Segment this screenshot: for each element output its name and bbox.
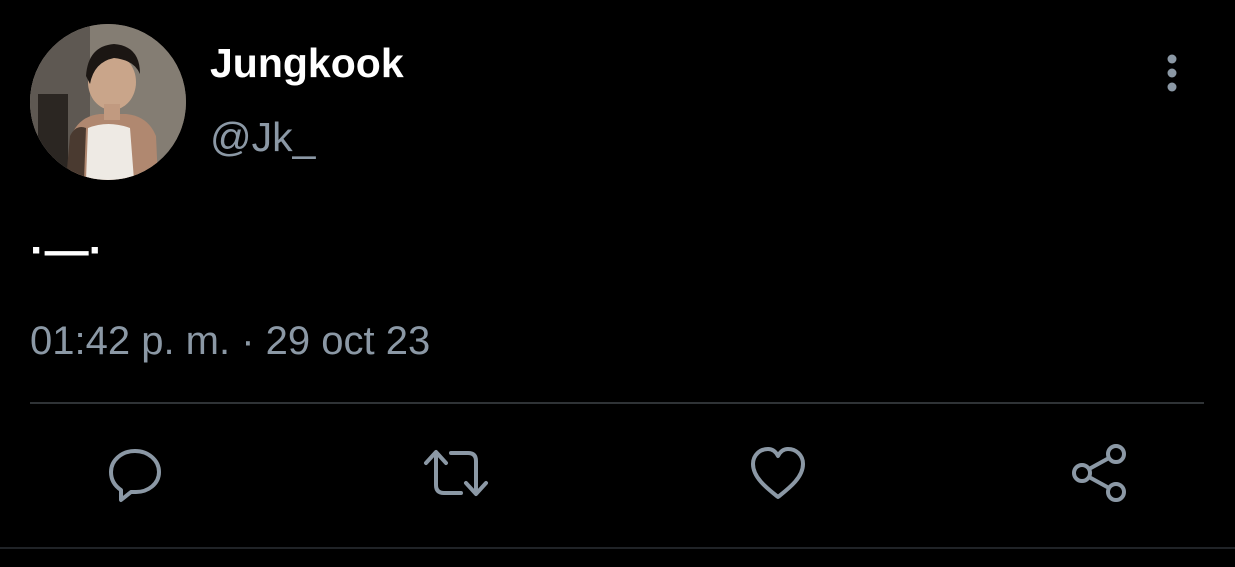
retweet-icon [421,445,491,506]
tweet-text: ·—· [30,226,104,275]
retweet-button[interactable] [421,440,491,510]
reply-icon [105,443,165,508]
tweet-timestamp[interactable]: 01:42 p. m. · 29 oct 23 [30,316,430,366]
share-icon [1069,443,1129,508]
user-handle[interactable]: @Jk_ [210,112,315,162]
more-options-button[interactable] [1150,50,1194,100]
like-button[interactable] [743,440,813,510]
reply-button[interactable] [100,440,170,510]
bottom-divider [0,547,1235,549]
divider [30,402,1204,404]
avatar-photo [30,24,186,180]
display-name[interactable]: Jungkook [210,38,404,88]
share-button[interactable] [1064,440,1134,510]
more-vertical-icon [1166,53,1178,98]
avatar[interactable] [30,24,186,180]
heart-icon [748,445,808,506]
